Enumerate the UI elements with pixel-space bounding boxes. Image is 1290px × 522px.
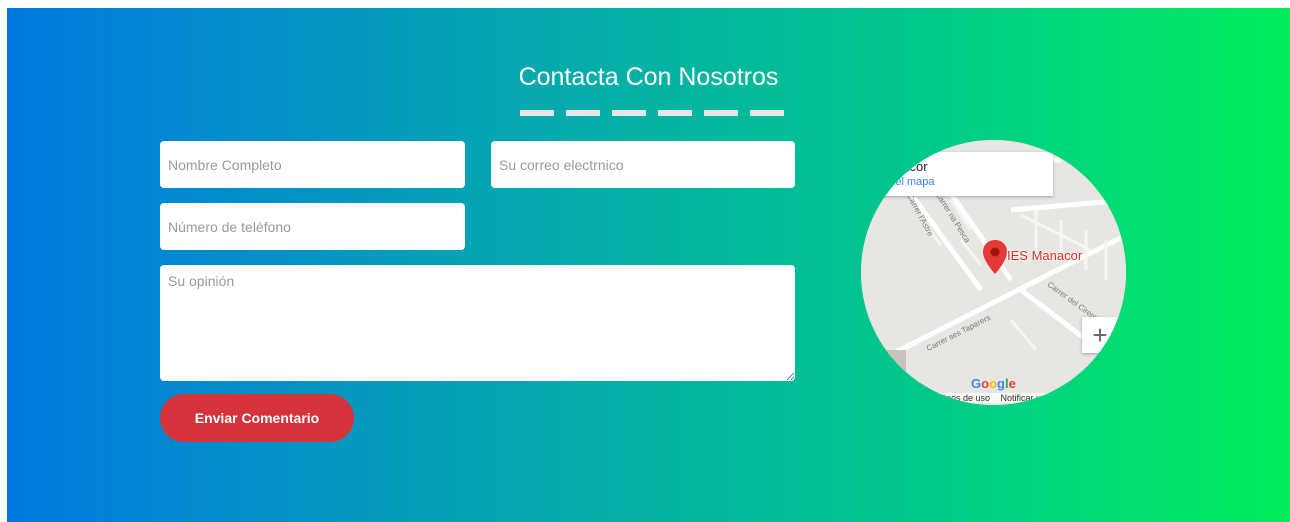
zoom-in-button[interactable]: + [1082, 317, 1118, 353]
phone-input[interactable] [160, 203, 465, 250]
submit-comment-button[interactable]: Enviar Comentario [160, 394, 354, 442]
map-attribution: Términos de uso Notificar un problema de… [921, 393, 1126, 403]
location-map[interactable]: Carrer l'Astre Carrer na Pesca Carrer se… [861, 140, 1126, 405]
place-name: Manacor [877, 159, 928, 174]
divider-dash [704, 110, 738, 116]
enlarge-map-link[interactable]: Ampliar el mapa [861, 176, 934, 188]
full-name-input[interactable] [160, 141, 465, 188]
marker-label: IES Manacor [1007, 248, 1083, 263]
map-marker-icon[interactable] [983, 240, 1007, 274]
divider-dash [658, 110, 692, 116]
title-divider [520, 110, 790, 118]
place-card: Manacor Ampliar el mapa [861, 152, 1053, 196]
divider-dash [520, 110, 554, 116]
email-input[interactable] [491, 141, 795, 188]
google-logo: Google [971, 376, 1016, 391]
terms-link[interactable]: Términos de uso [923, 393, 990, 403]
report-problem-link[interactable]: Notificar un problema de Maps [1001, 393, 1124, 403]
contact-section: Contacta Con Nosotros Enviar Comentario [7, 8, 1290, 522]
divider-dash [750, 110, 784, 116]
divider-dash [566, 110, 600, 116]
page-title: Contacta Con Nosotros [518, 63, 779, 91]
divider-dash [612, 110, 646, 116]
opinion-textarea[interactable] [160, 265, 795, 381]
